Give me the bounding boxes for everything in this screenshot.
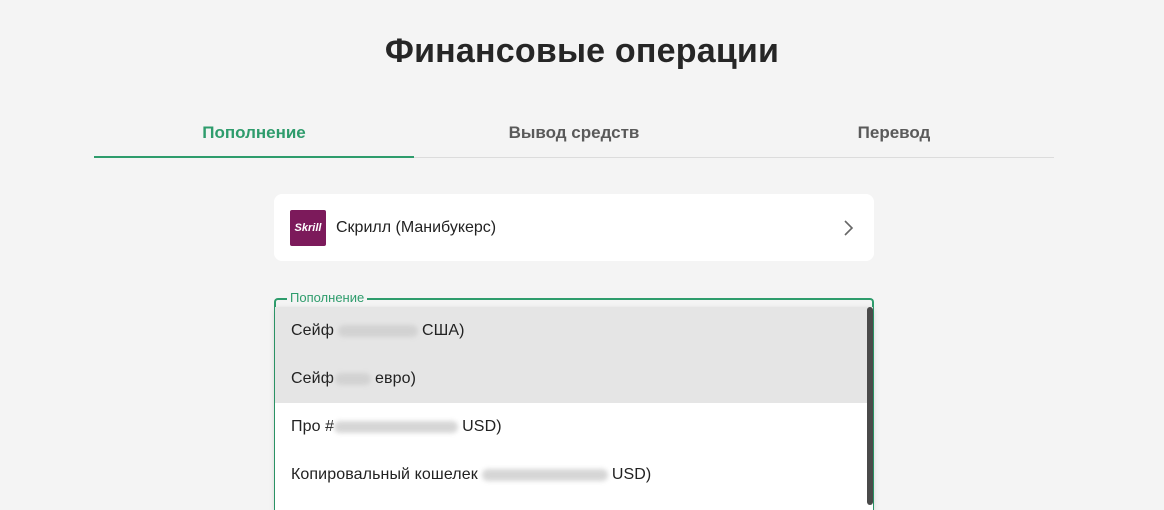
redacted-text (481, 469, 608, 481)
redacted-text (334, 421, 459, 433)
option-prefix: Про # (291, 418, 335, 435)
deposit-account-dropdown: Сейф США) Сейф евро) Про # USD) Копирова… (275, 307, 873, 510)
option-prefix: Сейф (291, 322, 334, 339)
dropdown-option[interactable]: Копировальный кошелек USD) (275, 451, 873, 499)
option-suffix: USD) (611, 466, 652, 483)
option-suffix: США) (421, 322, 465, 339)
dropdown-option[interactable]: Сейф евро) (275, 355, 873, 403)
tab-deposit[interactable]: Пополнение (94, 110, 414, 158)
page-title: Финансовые операции (384, 32, 780, 70)
dropdown-option[interactable]: Про # USD) (275, 403, 873, 451)
tab-withdraw[interactable]: Вывод средств (414, 110, 734, 157)
dropdown-option[interactable]: Сейф США) (275, 307, 873, 355)
option-prefix: Копировальный кошелек (291, 466, 478, 483)
tab-transfer[interactable]: Перевод (734, 110, 1054, 157)
redacted-text (334, 373, 371, 385)
chevron-right-icon (844, 219, 854, 236)
option-suffix: USD) (462, 418, 502, 435)
skrill-logo: Skrill (290, 209, 326, 246)
page: Финансовые операции Пополнение Вывод сре… (0, 0, 1164, 510)
deposit-field-legend: Пополнение (287, 290, 368, 306)
tab-bar: Пополнение Вывод средств Перевод (94, 110, 1054, 158)
option-suffix: евро) (374, 370, 416, 387)
redacted-text (337, 325, 418, 337)
option-prefix: Сейф (291, 370, 334, 387)
dropdown-scrollbar[interactable] (867, 307, 873, 505)
payment-method-label: Скрилл (Манибукерс) (336, 218, 497, 236)
payment-method-selector[interactable]: Skrill Скрилл (Манибукерс) (274, 194, 874, 261)
